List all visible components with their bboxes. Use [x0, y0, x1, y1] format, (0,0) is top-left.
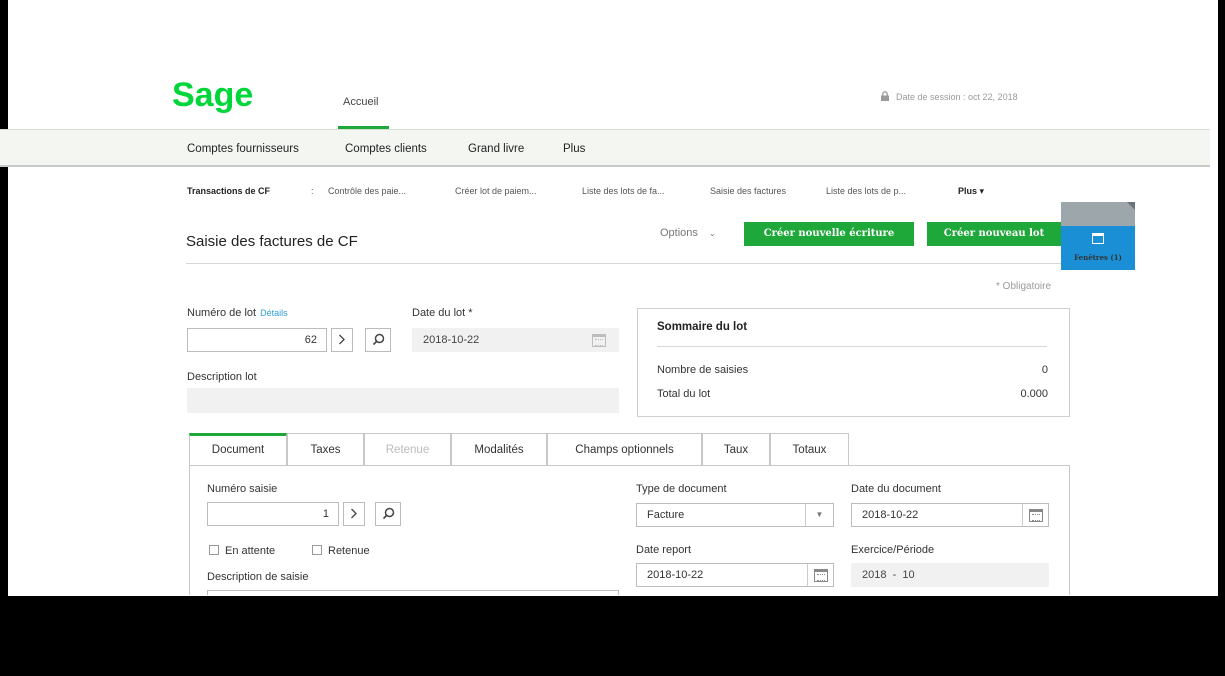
search-entry-button[interactable] — [375, 502, 401, 526]
retention-label: Retenue — [328, 545, 370, 557]
fiscal-period-label: Exercice/Période — [851, 544, 935, 556]
main-menu-bar — [0, 129, 1210, 167]
subnav-item-creer-lot[interactable]: Créer lot de paiem... — [455, 186, 537, 196]
window-icon — [1092, 233, 1104, 244]
lock-icon — [880, 91, 890, 101]
search-batch-button[interactable] — [365, 328, 391, 352]
doc-date-value: 2018-10-22 — [862, 509, 919, 521]
batch-description-label: Description lot — [187, 371, 257, 383]
dropdown-arrow-icon[interactable]: ▼ — [805, 504, 833, 526]
menu-comptes-clients[interactable]: Comptes clients — [345, 143, 427, 155]
chevron-right-icon — [351, 508, 357, 519]
options-label: Options — [660, 227, 698, 239]
subnav-item-liste-lots-fa[interactable]: Liste des lots de fa... — [582, 186, 665, 196]
summary-count-label: Nombre de saisies — [657, 364, 749, 376]
search-icon — [382, 507, 394, 520]
subnav-item-liste-lots-p[interactable]: Liste des lots de p... — [826, 186, 906, 196]
fiscal-period-value: 2018 - 10 — [851, 563, 1049, 587]
tab-accueil[interactable]: Accueil — [343, 96, 378, 108]
posting-date-label: Date report — [636, 544, 692, 556]
chevron-down-icon: ⌄ — [708, 229, 716, 238]
create-entry-button[interactable]: Créer nouvelle écriture — [744, 222, 914, 246]
entry-description-label: Description de saisie — [207, 571, 309, 583]
batch-date-value: 2018-10-22 — [423, 334, 480, 346]
on-hold-checkbox[interactable]: En attente — [209, 545, 275, 557]
tab-taux[interactable]: Taux — [702, 433, 770, 466]
subnav-item-saisie-factures[interactable]: Saisie des factures — [710, 186, 786, 196]
doc-date-calendar-button[interactable] — [1022, 504, 1048, 526]
summary-total-label: Total du lot — [657, 388, 711, 400]
corner-fold — [1127, 202, 1135, 210]
calendar-icon — [1028, 509, 1043, 522]
summary-count-value: 0 — [1041, 364, 1048, 376]
batch-number-input[interactable]: 62 — [187, 328, 327, 352]
options-menu[interactable]: Options ⌄ — [660, 227, 716, 239]
calendar-icon — [813, 569, 828, 582]
windows-label: Fenêtres (1) — [1074, 253, 1122, 262]
session-date: Date de session : oct 22, 2018 — [880, 91, 1018, 102]
posting-date-calendar-button[interactable] — [807, 564, 833, 586]
calendar-icon — [592, 334, 606, 347]
menu-comptes-fournisseurs[interactable]: Comptes fournisseurs — [187, 143, 299, 155]
batch-date-field: 2018-10-22 — [412, 328, 619, 352]
doc-type-select[interactable]: Facture ▼ — [636, 503, 834, 527]
menu-plus[interactable]: Plus — [563, 143, 585, 155]
summary-divider — [657, 346, 1047, 347]
entry-number-label: Numéro saisie — [207, 483, 278, 495]
session-date-text: Date de session : oct 22, 2018 — [896, 92, 1018, 102]
doc-type-label: Type de document — [636, 483, 727, 495]
title-divider — [186, 263, 1070, 264]
retention-checkbox[interactable]: Retenue — [312, 545, 370, 557]
on-hold-label: En attente — [225, 545, 276, 557]
search-icon — [372, 333, 384, 346]
posting-date-input[interactable]: 2018-10-22 — [636, 563, 834, 587]
page-title: Saisie des factures de CF — [186, 233, 358, 250]
required-note: * Obligatoire — [996, 281, 1052, 292]
subnav-separator: : — [311, 186, 314, 196]
windows-button[interactable]: Fenêtres (1) — [1061, 226, 1135, 270]
batch-number-label-text: Numéro de lot — [187, 307, 257, 319]
tab-retenue[interactable]: Retenue — [364, 433, 451, 466]
next-entry-button[interactable] — [343, 502, 365, 526]
summary-title: Sommaire du lot — [657, 321, 748, 333]
entry-description-input[interactable] — [207, 590, 619, 595]
menu-grand-livre[interactable]: Grand livre — [468, 143, 524, 155]
tab-taxes[interactable]: Taxes — [287, 433, 364, 466]
screen-border — [0, 596, 1225, 676]
windows-panel-tab — [1061, 202, 1135, 228]
batch-number-label: Numéro de lot Détails — [187, 307, 288, 319]
tab-champs-optionnels[interactable]: Champs optionnels — [547, 433, 702, 466]
entry-number-input[interactable]: 1 — [207, 502, 339, 526]
posting-date-value: 2018-10-22 — [647, 569, 704, 581]
summary-total-value: 0.000 — [1020, 388, 1048, 400]
tab-modalites[interactable]: Modalités — [451, 433, 547, 466]
sage-logo: Sage — [172, 76, 254, 114]
details-link[interactable]: Détails — [260, 308, 288, 318]
batch-date-label: Date du lot * — [412, 307, 473, 319]
tab-totaux[interactable]: Totaux — [770, 433, 849, 466]
batch-description-field — [187, 388, 619, 413]
subnav-more[interactable]: Plus ▾ — [958, 186, 984, 197]
subnav-section: Transactions de CF — [187, 186, 271, 196]
create-batch-button[interactable]: Créer nouveau lot — [927, 222, 1061, 246]
on-hold-box[interactable] — [209, 545, 219, 555]
tab-document[interactable]: Document — [189, 433, 287, 466]
doc-date-input[interactable]: 2018-10-22 — [851, 503, 1049, 527]
subnav-item-controle[interactable]: Contrôle des paie... — [328, 186, 406, 196]
next-batch-button[interactable] — [331, 328, 353, 352]
retention-box[interactable] — [312, 545, 322, 555]
doc-type-value: Facture — [647, 509, 685, 521]
doc-date-label: Date du document — [851, 483, 941, 495]
